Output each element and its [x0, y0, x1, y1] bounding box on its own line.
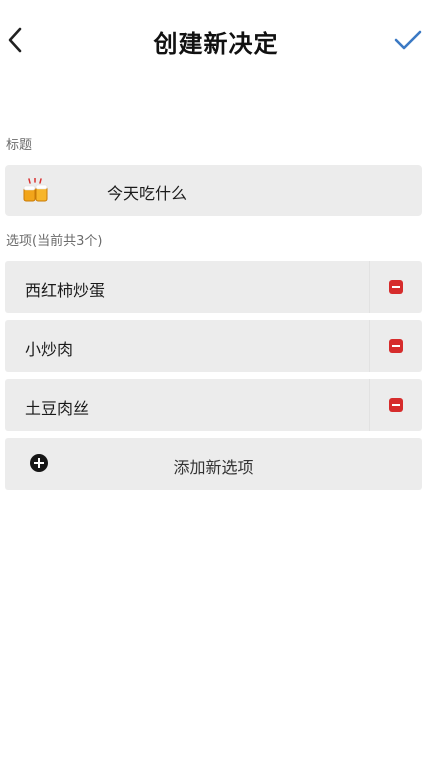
title-field[interactable]: 今天吃什么 [5, 165, 422, 216]
page-title: 创建新决定 [153, 30, 279, 58]
header: 创建新决定 [0, 0, 432, 80]
checkmark-icon [394, 30, 422, 50]
option-label: 土豆肉丝 [25, 399, 90, 418]
option-row[interactable]: 西红柿炒蛋 [5, 261, 422, 313]
option-label: 小炒肉 [25, 340, 74, 359]
title-section-label: 标题 [6, 138, 33, 153]
option-row[interactable]: 小炒肉 [5, 320, 422, 372]
minus-square-icon [389, 280, 403, 294]
options-section-label: 选项(当前共3个) [6, 234, 103, 249]
minus-square-icon [389, 398, 403, 412]
confirm-button[interactable] [390, 24, 426, 56]
cheers-emoji-icon [23, 178, 48, 202]
minus-square-icon [389, 339, 403, 353]
remove-option-button[interactable] [369, 320, 422, 372]
title-value: 今天吃什么 [107, 184, 188, 203]
remove-option-button[interactable] [369, 379, 422, 431]
add-option-button[interactable]: 添加新选项 [5, 438, 422, 490]
option-row[interactable]: 土豆肉丝 [5, 379, 422, 431]
option-label: 西红柿炒蛋 [25, 281, 106, 300]
remove-option-button[interactable] [369, 261, 422, 313]
add-option-label: 添加新选项 [173, 458, 254, 477]
